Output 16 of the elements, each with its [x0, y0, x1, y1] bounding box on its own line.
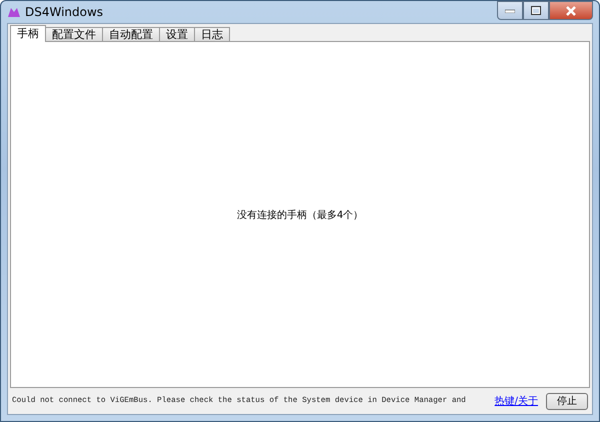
minimize-icon [505, 8, 515, 12]
hotkeys-about-link[interactable]: 热键/关于 [494, 394, 538, 408]
tab[interactable]: 日志 [194, 27, 230, 41]
close-icon [565, 6, 577, 16]
minimize-button[interactable] [497, 1, 523, 20]
tab[interactable]: 自动配置 [102, 27, 160, 41]
stop-button[interactable]: 停止 [546, 392, 588, 410]
tab[interactable]: 配置文件 [45, 27, 103, 41]
maximize-button[interactable] [523, 1, 549, 20]
app-icon [7, 6, 21, 18]
tab[interactable]: 设置 [159, 27, 195, 41]
empty-message: 没有连接的手柄（最多4个） [236, 208, 364, 222]
maximize-icon [531, 6, 541, 15]
tab[interactable]: 手柄 [10, 25, 46, 42]
window-title: DS4Windows [25, 5, 104, 19]
close-button[interactable] [549, 1, 593, 20]
